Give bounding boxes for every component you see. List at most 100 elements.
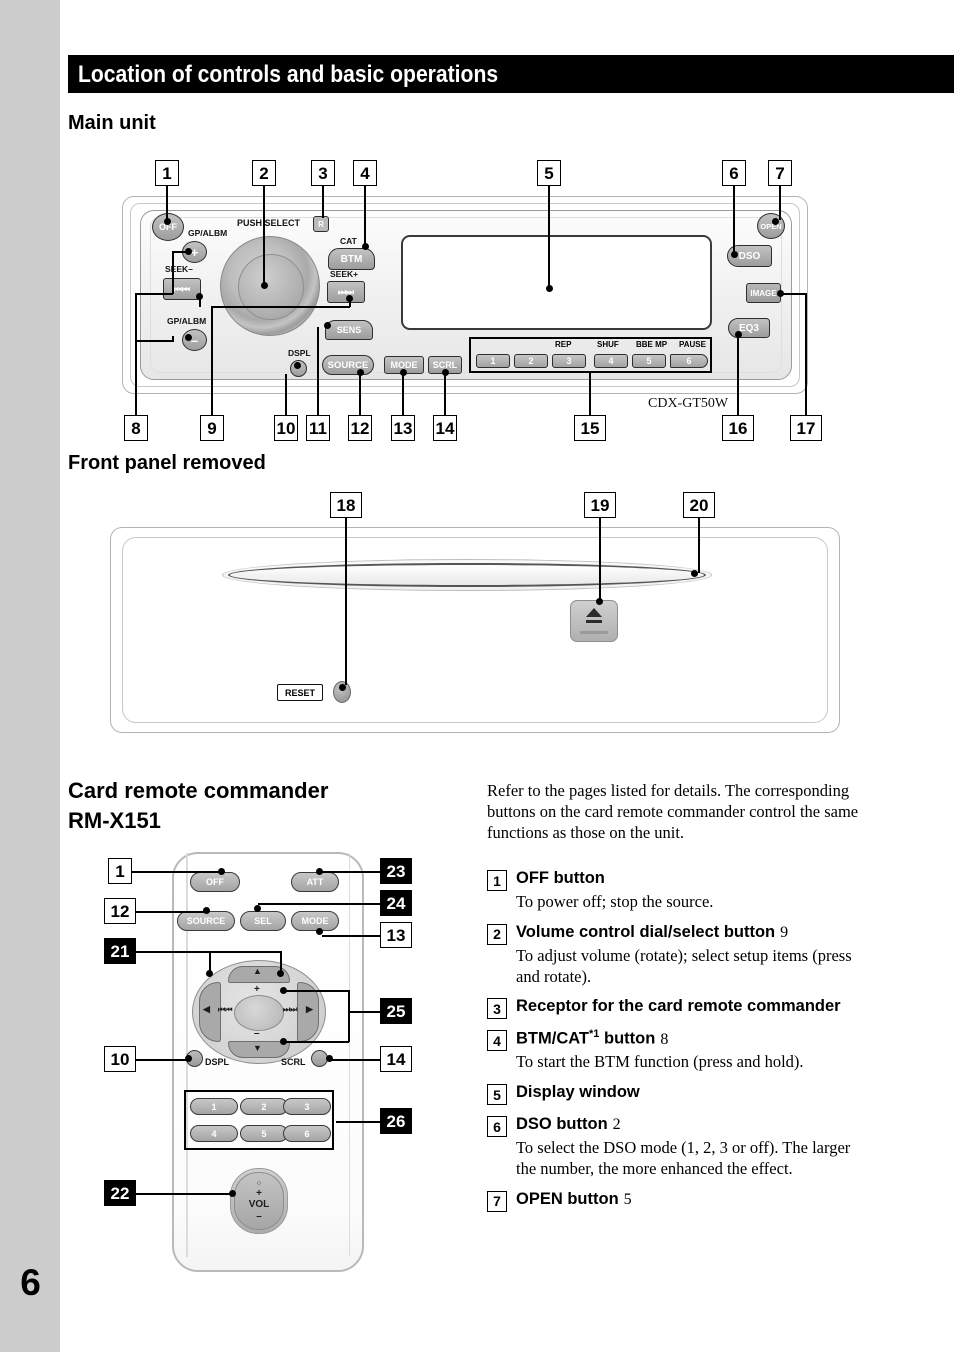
control-item-header: 4 BTM/CAT*1 button 8	[487, 1028, 869, 1052]
callout-5-dot	[546, 285, 553, 292]
control-item-description: To start the BTM function (press and hol…	[516, 1052, 804, 1072]
page-reference: 9	[780, 923, 789, 941]
preset-label-shuf: SHUF	[597, 340, 619, 349]
callout-1-dot	[164, 218, 171, 225]
page-reference: 2	[612, 1116, 621, 1134]
preset-button-3[interactable]: 3	[552, 354, 586, 368]
control-item-description: To power off; stop the source.	[516, 892, 714, 911]
remote-callout-10-dot	[185, 1055, 192, 1062]
heading-main-unit: Main unit	[68, 112, 156, 134]
remote-callout-25-leader-v	[348, 990, 350, 1042]
control-item-header: 3 Receptor for the card remote commander	[487, 996, 869, 1020]
callout-19-dot	[596, 598, 603, 605]
callout-17-leader-h	[781, 293, 807, 295]
remote-callout-10: 10	[104, 1046, 136, 1072]
control-item-description: To adjust volume (rotate); select setup …	[516, 945, 852, 986]
heading-front-panel-removed: Front panel removed	[68, 452, 266, 474]
eject-button-ridge	[580, 631, 608, 634]
disc-slot	[228, 563, 706, 587]
callout-8-leader	[135, 293, 137, 415]
dpad-right-arrow-icon: ▶	[306, 1004, 313, 1014]
preset-button-6[interactable]: 6	[670, 354, 708, 368]
callout-11: 11	[306, 415, 330, 441]
callout-16-leader	[737, 336, 739, 415]
remote-callout-24: 24	[380, 890, 412, 916]
callout-18: 18	[330, 492, 362, 518]
remote-preset-2[interactable]: 2	[240, 1098, 288, 1115]
control-item-title: OFF button	[516, 869, 605, 887]
remote-att-button[interactable]: ATT	[291, 872, 339, 892]
open-button[interactable]: OPEN	[757, 213, 785, 239]
control-item-7: 7 OPEN button 5	[487, 1189, 869, 1212]
remote-receptor: R	[313, 216, 329, 232]
seek-minus-label: SEEK–	[165, 264, 193, 274]
dpad-left-arrow-icon: ◀	[203, 1004, 210, 1014]
page-number: 6	[20, 1262, 41, 1303]
remote-callout-22-dot	[229, 1190, 236, 1197]
control-item-2: 2 Volume control dial/select button 9 To ad…	[487, 922, 869, 988]
callout-8-leader-h	[135, 293, 173, 295]
reset-label: RESET	[277, 684, 323, 701]
remote-source-button[interactable]: SOURCE	[177, 911, 235, 931]
image-button[interactable]: IMAGE	[746, 283, 781, 303]
remote-sel-button[interactable]: SEL	[240, 911, 286, 931]
btm-cat-button[interactable]: BTM	[328, 248, 375, 270]
callout-4-leader	[364, 186, 366, 245]
callout-7-leader	[779, 186, 781, 220]
vol-label: VOL	[248, 1199, 270, 1211]
dpad-center[interactable]	[234, 995, 284, 1031]
volume-control-dial[interactable]	[220, 236, 320, 336]
callout-9-leader-h	[211, 306, 350, 308]
callout-14-leader	[444, 373, 446, 415]
remote-preset-5[interactable]: 5	[240, 1125, 288, 1142]
remote-volume-rocker-inner[interactable]: ○ + VOL –	[234, 1172, 284, 1230]
callout-8-leader-h3	[135, 340, 173, 342]
control-item-title: Receptor for the card remote commander	[516, 997, 841, 1016]
remote-preset-6[interactable]: 6	[283, 1125, 331, 1142]
remote-callout-21: 21	[104, 938, 136, 964]
callout-13-dot	[400, 369, 407, 376]
callout-12: 12	[348, 415, 372, 441]
callout-15: 15	[574, 415, 606, 441]
display-window	[401, 235, 712, 330]
callout-17: 17	[790, 415, 822, 441]
page-reference: 5	[623, 1190, 632, 1208]
remote-callout-1: 1	[108, 858, 132, 884]
control-item-number: 3	[487, 998, 507, 1020]
remote-callout-12: 12	[104, 898, 136, 924]
remote-preset-3[interactable]: 3	[283, 1098, 331, 1115]
preset-button-4[interactable]: 4	[594, 354, 628, 368]
control-item-number: 2	[487, 923, 507, 945]
remote-callout-1-leader	[132, 871, 222, 873]
remote-callout-12-leader	[136, 911, 206, 913]
callout-18-dot	[339, 684, 346, 691]
preset-label-rep: REP	[555, 340, 572, 349]
remote-callout-13: 13	[380, 922, 412, 948]
control-item-title: Volume control dial/select button 9	[516, 922, 789, 941]
remote-callout-25: 25	[380, 998, 412, 1024]
preset-label-bbe-mp: BBE MP	[636, 340, 668, 349]
preset-button-1[interactable]: 1	[476, 354, 510, 368]
eject-button[interactable]	[570, 600, 618, 642]
preset-button-5[interactable]: 5	[632, 354, 666, 368]
callout-14: 14	[433, 415, 457, 441]
callout-8-leader-v2	[172, 251, 174, 294]
remote-mode-button[interactable]: MODE	[291, 911, 339, 931]
remote-callout-26: 26	[380, 1108, 412, 1134]
callout-3-leader	[322, 186, 324, 218]
heading-remote-commander: Card remote commander	[68, 778, 329, 803]
remote-preset-4[interactable]: 4	[190, 1125, 238, 1142]
page-reference: 8	[660, 1030, 669, 1048]
remote-callout-21-leader-h2	[209, 951, 281, 953]
source-button[interactable]: SOURCE	[322, 355, 374, 375]
sens-button[interactable]: SENS	[325, 320, 373, 340]
callout-20-leader	[698, 518, 700, 573]
callout-13: 13	[391, 415, 415, 441]
remote-off-button[interactable]: OFF	[190, 872, 240, 892]
control-item-number: 6	[487, 1116, 507, 1138]
callout-8-dot	[185, 248, 192, 255]
callout-2-dot	[261, 282, 268, 289]
preset-button-2[interactable]: 2	[514, 354, 548, 368]
remote-callout-23-leader	[322, 871, 380, 873]
remote-preset-1[interactable]: 1	[190, 1098, 238, 1115]
